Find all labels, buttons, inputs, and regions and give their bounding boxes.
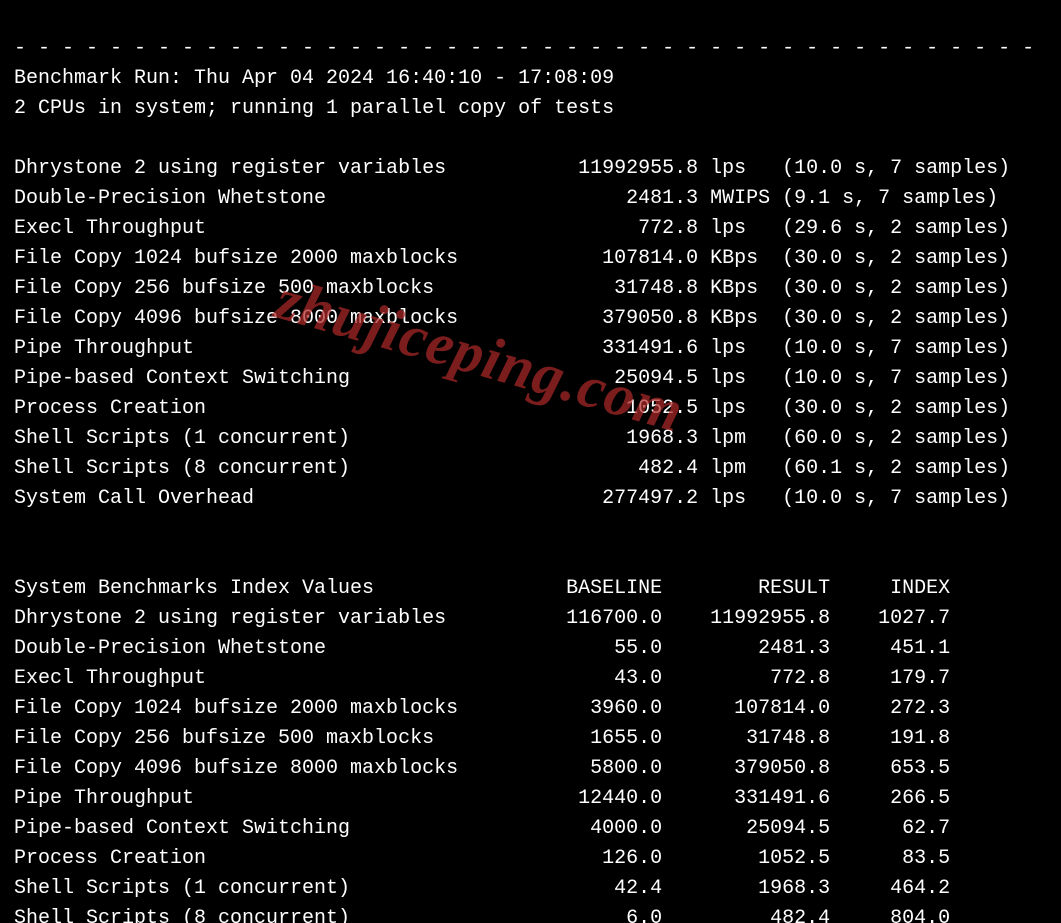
index-row: Shell Scripts (1 concurrent) 42.4 1968.3… (14, 877, 950, 900)
test-row: Process Creation 1052.5 lps (30.0 s, 2 s… (14, 397, 1010, 420)
index-row: Dhrystone 2 using register variables 116… (14, 607, 950, 630)
index-block: System Benchmarks Index Values BASELINE … (14, 574, 1047, 923)
test-row: System Call Overhead 277497.2 lps (10.0 … (14, 487, 1010, 510)
test-row: Dhrystone 2 using register variables 119… (14, 157, 1010, 180)
index-row: Double-Precision Whetstone 55.0 2481.3 4… (14, 637, 950, 660)
index-header: System Benchmarks Index Values BASELINE … (14, 577, 950, 600)
index-row: File Copy 1024 bufsize 2000 maxblocks 39… (14, 697, 950, 720)
index-row: Pipe-based Context Switching 4000.0 2509… (14, 817, 950, 840)
index-row: Execl Throughput 43.0 772.8 179.7 (14, 667, 950, 690)
test-row: Pipe Throughput 331491.6 lps (10.0 s, 7 … (14, 337, 1010, 360)
index-row: Pipe Throughput 12440.0 331491.6 266.5 (14, 787, 950, 810)
test-row: File Copy 4096 bufsize 8000 maxblocks 37… (14, 307, 1010, 330)
terminal-output: - - - - - - - - - - - - - - - - - - - - … (0, 0, 1061, 923)
blank-line (14, 547, 26, 570)
benchmark-run-line: Benchmark Run: Thu Apr 04 2024 16:40:10 … (14, 67, 614, 90)
test-row: Execl Throughput 772.8 lps (29.6 s, 2 sa… (14, 217, 1010, 240)
blank-line (14, 127, 26, 150)
tests-block: Dhrystone 2 using register variables 119… (14, 154, 1047, 514)
test-row: Pipe-based Context Switching 25094.5 lps… (14, 367, 1010, 390)
test-row: Shell Scripts (8 concurrent) 482.4 lpm (… (14, 457, 1010, 480)
test-row: Shell Scripts (1 concurrent) 1968.3 lpm … (14, 427, 1010, 450)
test-row: File Copy 1024 bufsize 2000 maxblocks 10… (14, 247, 1010, 270)
index-row: File Copy 4096 bufsize 8000 maxblocks 58… (14, 757, 950, 780)
test-row: Double-Precision Whetstone 2481.3 MWIPS … (14, 187, 998, 210)
index-row: Shell Scripts (8 concurrent) 6.0 482.4 8… (14, 907, 950, 923)
cpu-info-line: 2 CPUs in system; running 1 parallel cop… (14, 97, 614, 120)
test-row: File Copy 256 bufsize 500 maxblocks 3174… (14, 277, 1010, 300)
separator-line: - - - - - - - - - - - - - - - - - - - - … (14, 37, 1034, 60)
index-row: File Copy 256 bufsize 500 maxblocks 1655… (14, 727, 950, 750)
index-row: Process Creation 126.0 1052.5 83.5 (14, 847, 950, 870)
